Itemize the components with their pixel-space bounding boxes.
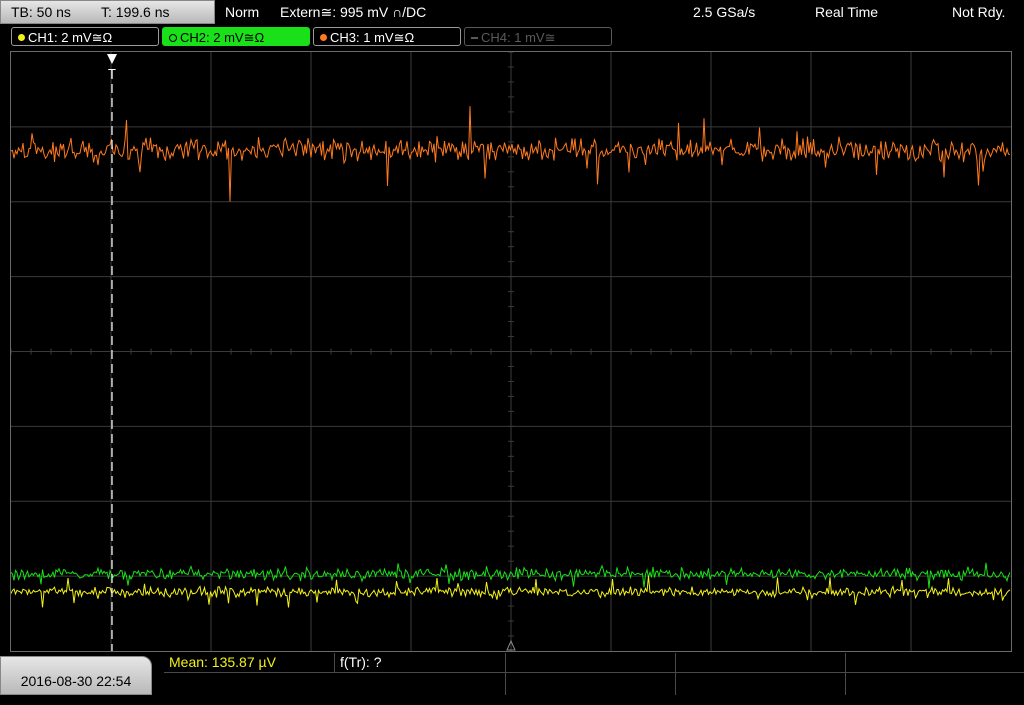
waveform-canvas: T (11, 52, 1011, 651)
channel-4-dash-icon (471, 36, 478, 39)
channel-3-button[interactable]: CH3: 1 mV≅Ω (313, 27, 461, 46)
sample-rate: 2.5 GSa/s (693, 4, 756, 20)
channel-4-button[interactable]: CH4: 1 mV≅ (464, 27, 612, 46)
acquisition-state: Not Rdy. (952, 4, 1006, 20)
channel-bar: CH1: 2 mV≅Ω CH2: 2 mV≅Ω CH3: 1 mV≅Ω CH4:… (0, 26, 1024, 50)
waveform-display[interactable]: T (10, 51, 1012, 652)
channel-4-label: CH4: 1 mV≅ (481, 30, 556, 45)
acquisition-mode: Real Time (815, 4, 879, 20)
trigger-time-label: T: 199.6 ns (101, 4, 170, 20)
channel-2-button[interactable]: CH2: 2 mV≅Ω (162, 27, 310, 46)
measurement-mean[interactable]: Mean: 135.87 µV (164, 653, 335, 673)
measurement-slot-6[interactable] (164, 673, 506, 695)
measurement-slot-8[interactable] (676, 673, 846, 695)
measurement-frequency[interactable]: f(Tr): ? (335, 653, 506, 673)
graticule (11, 52, 1011, 651)
measurement-slot-7[interactable] (506, 673, 676, 695)
measurement-slot-3[interactable] (506, 653, 676, 673)
timebase-label: TB: 50 ns (11, 4, 71, 20)
channel-3-dot-icon (320, 34, 327, 42)
channel-1-dot-icon (18, 34, 25, 42)
date-time-box: 2016-08-30 22:54 (0, 656, 152, 695)
trigger-position-marker[interactable]: T (107, 54, 117, 651)
channel-1-label: CH1: 2 mV≅Ω (28, 30, 113, 45)
trigger-position-triangle-icon (107, 54, 117, 64)
trigger-source[interactable]: Extern≅: 995 mV ∩/DC (280, 0, 426, 24)
trigger-position-label: T (108, 66, 116, 81)
date-time: 2016-08-30 22:54 (20, 673, 132, 689)
measurement-slot-5[interactable] (846, 653, 1024, 673)
timebase-box[interactable]: TB: 50 ns T: 199.6 ns (0, 0, 215, 24)
measurement-panel[interactable]: Mean: 135.87 µV f(Tr): ? (164, 653, 1024, 695)
channel-3-label: CH3: 1 mV≅Ω (330, 30, 415, 45)
channel-2-dot-icon (169, 33, 177, 42)
top-status-bar: TB: 50 ns T: 199.6 ns Norm Extern≅: 995 … (0, 0, 1024, 24)
measurement-slot-4[interactable] (676, 653, 846, 673)
channel-1-button[interactable]: CH1: 2 mV≅Ω (11, 27, 159, 46)
channel-2-label: CH2: 2 mV≅Ω (180, 30, 265, 45)
trigger-mode[interactable]: Norm (225, 0, 259, 24)
